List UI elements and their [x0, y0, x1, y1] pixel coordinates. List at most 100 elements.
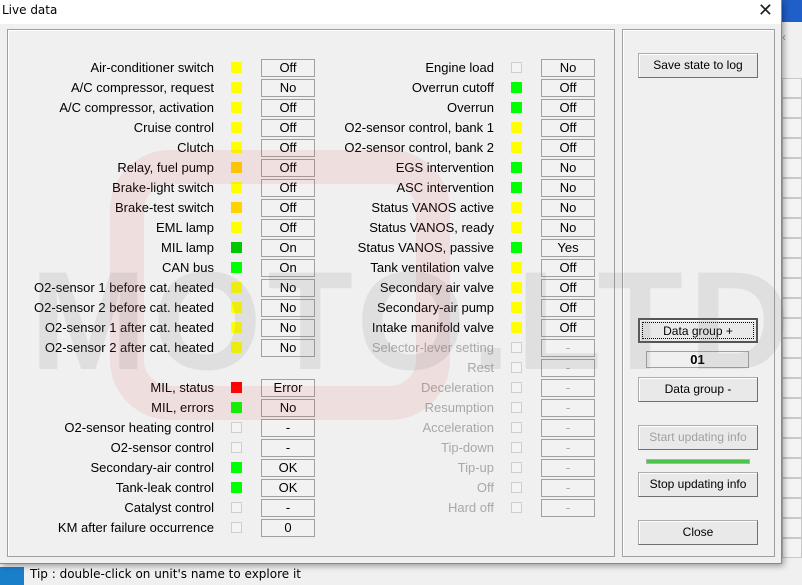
- value-field: -: [541, 479, 595, 497]
- data-group-number: 01: [646, 351, 749, 368]
- value-row: Off -: [8, 479, 608, 497]
- background-grid-cell: [782, 178, 802, 198]
- value-row: Rest -: [8, 359, 608, 377]
- value-row: Secondary air valve Off: [8, 279, 608, 297]
- unit-name-label[interactable]: EGS intervention: [308, 159, 494, 177]
- status-led-icon: [231, 522, 242, 533]
- start-updating-info-button[interactable]: Start updating info: [638, 425, 758, 450]
- value-row: Acceleration -: [8, 419, 608, 437]
- unit-name-label[interactable]: Resumption: [308, 399, 494, 417]
- background-grid-cell: [782, 98, 802, 118]
- value-row: Hard off -: [8, 499, 608, 517]
- value-field: Off: [541, 299, 595, 317]
- value-row: Secondary-air pump Off: [8, 299, 608, 317]
- live-data-dialog: Live data ✕ Air-conditioner switch Off A/C…: [0, 0, 790, 564]
- unit-name-label[interactable]: Status VANOS, ready: [308, 219, 494, 237]
- update-progress-fill: [647, 460, 749, 463]
- background-grid-cell: [782, 318, 802, 338]
- unit-name-label[interactable]: Secondary air valve: [308, 279, 494, 297]
- update-progress-bar: [646, 459, 750, 464]
- status-led-icon: [511, 462, 522, 473]
- unit-name-label[interactable]: Tip-down: [308, 439, 494, 457]
- unit-name-label[interactable]: Tank ventilation valve: [308, 259, 494, 277]
- background-grid-cell: [782, 218, 802, 238]
- background-grid-cell: [782, 338, 802, 358]
- status-led-icon: [511, 482, 522, 493]
- background-grid-cell: [782, 258, 802, 278]
- data-group-plus-button[interactable]: Data group +: [638, 318, 758, 343]
- status-led-icon: [511, 402, 522, 413]
- status-led-icon: [511, 322, 522, 333]
- status-led-icon: [511, 302, 522, 313]
- value-row: Overrun Off: [8, 99, 608, 117]
- status-led-icon: [511, 182, 522, 193]
- status-led-icon: [511, 242, 522, 253]
- value-field: -: [541, 499, 595, 517]
- stop-updating-info-button[interactable]: Stop updating info: [638, 472, 758, 497]
- close-icon[interactable]: ✕: [758, 0, 773, 21]
- value-field: Off: [541, 259, 595, 277]
- status-led-icon: [511, 162, 522, 173]
- save-state-to-log-button[interactable]: Save state to log: [638, 53, 758, 78]
- close-button[interactable]: Close: [638, 520, 758, 545]
- background-grid-cell: [782, 438, 802, 458]
- status-led-icon: [511, 142, 522, 153]
- value-row: Status VANOS, ready No: [8, 219, 608, 237]
- background-grid-cell: [782, 418, 802, 438]
- value-row: Status VANOS active No: [8, 199, 608, 217]
- status-led-icon: [511, 342, 522, 353]
- chevron-left-icon: ‹: [782, 30, 786, 44]
- value-field: Yes: [541, 239, 595, 257]
- unit-name-label[interactable]: O2-sensor control, bank 2: [308, 139, 494, 157]
- unit-name-label[interactable]: Intake manifold valve: [308, 319, 494, 337]
- background-grid-cell: [782, 398, 802, 418]
- data-group-minus-button[interactable]: Data group -: [638, 377, 758, 402]
- value-field: -: [541, 399, 595, 417]
- unit-name-label[interactable]: Tip-up: [308, 459, 494, 477]
- value-field: Off: [541, 279, 595, 297]
- background-grid-cell: [782, 478, 802, 498]
- value-field: No: [541, 219, 595, 237]
- value-field: -: [541, 459, 595, 477]
- unit-name-label[interactable]: Overrun: [308, 99, 494, 117]
- value-row: Deceleration -: [8, 379, 608, 397]
- background-grid-cell: [782, 498, 802, 518]
- unit-name-label[interactable]: O2-sensor control, bank 1: [308, 119, 494, 137]
- focus-ring: [642, 322, 754, 339]
- value-field: -: [541, 439, 595, 457]
- unit-name-label[interactable]: Rest: [308, 359, 494, 377]
- app-icon: [0, 567, 24, 585]
- background-grid-cell: [782, 278, 802, 298]
- value-row: ASC intervention No: [8, 179, 608, 197]
- unit-name-label[interactable]: Engine load: [308, 59, 494, 77]
- unit-name-label[interactable]: Deceleration: [308, 379, 494, 397]
- value-field: Off: [541, 139, 595, 157]
- unit-name-label[interactable]: Status VANOS active: [308, 199, 494, 217]
- status-led-icon: [511, 362, 522, 373]
- unit-name-label[interactable]: Status VANOS, passive: [308, 239, 494, 257]
- value-row: Tip-down -: [8, 439, 608, 457]
- live-values-group: Air-conditioner switch Off A/C compressor,…: [7, 29, 615, 557]
- status-led-icon: [511, 62, 522, 73]
- value-row: Tank ventilation valve Off: [8, 259, 608, 277]
- dialog-titlebar: Live data ✕: [0, 0, 781, 24]
- background-app-titlebar: [780, 0, 802, 22]
- value-row: Engine load No: [8, 59, 608, 77]
- value-row: Selector-lever setting -: [8, 339, 608, 357]
- value-field: Off: [541, 119, 595, 137]
- value-row: O2-sensor control, bank 2 Off: [8, 139, 608, 157]
- background-grid-cell: [782, 358, 802, 378]
- value-row: Overrun cutoff Off: [8, 79, 608, 97]
- background-grid-cell: [782, 198, 802, 218]
- value-field: -: [541, 339, 595, 357]
- unit-name-label[interactable]: Off: [308, 479, 494, 497]
- unit-name-label[interactable]: Overrun cutoff: [308, 79, 494, 97]
- unit-name-label[interactable]: Hard off: [308, 499, 494, 517]
- unit-name-label[interactable]: Acceleration: [308, 419, 494, 437]
- unit-name-label[interactable]: KM after failure occurrence: [8, 519, 214, 537]
- unit-name-label[interactable]: Selector-lever setting: [308, 339, 494, 357]
- value-field: No: [541, 199, 595, 217]
- unit-name-label[interactable]: Secondary-air pump: [308, 299, 494, 317]
- unit-name-label[interactable]: ASC intervention: [308, 179, 494, 197]
- value-field: -: [541, 379, 595, 397]
